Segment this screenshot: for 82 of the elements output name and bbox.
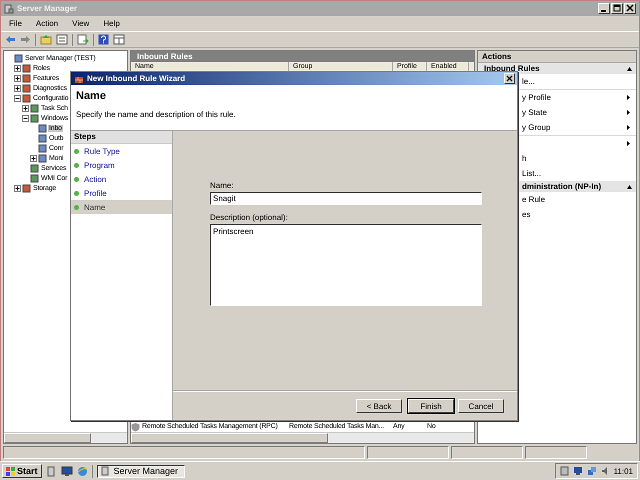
status-panel (525, 446, 587, 459)
node-icon (38, 134, 47, 142)
submenu-arrow-icon (627, 141, 630, 146)
steps-header: Steps (71, 131, 172, 144)
shield-icon (131, 422, 140, 432)
maximize-icon[interactable] (611, 3, 623, 14)
submenu-arrow-icon (627, 110, 630, 115)
wizard-button[interactable]: < Back (356, 399, 402, 413)
node-icon (38, 124, 47, 132)
step-item[interactable]: Action (71, 172, 172, 186)
device-icon[interactable] (560, 466, 569, 476)
page-description: Specify the name and description of this rule. (76, 110, 237, 119)
clock: 11:01 (614, 466, 633, 476)
status-panel (451, 446, 523, 459)
wizard-button[interactable]: Finish (408, 399, 454, 413)
network-icon[interactable] (586, 466, 597, 476)
node-icon (22, 74, 31, 82)
description-field[interactable]: Printscreen (210, 224, 482, 306)
expand-icon[interactable] (14, 74, 21, 82)
expand-icon[interactable] (22, 104, 29, 112)
node-icon (30, 164, 39, 172)
collapse-icon[interactable] (14, 94, 21, 102)
monitor-icon[interactable] (572, 466, 583, 476)
node-icon (14, 54, 23, 62)
step-item[interactable]: Profile (71, 186, 172, 200)
node-icon (22, 64, 31, 72)
command-link[interactable]: y Group (478, 120, 636, 135)
windows-logo-icon (6, 466, 15, 476)
start-button[interactable]: Start (2, 464, 42, 478)
pane-header: Inbound Rules (131, 51, 474, 62)
pane-header: Actions (478, 51, 636, 63)
section-title: Inbound Rules (483, 64, 540, 73)
wizard-button[interactable]: Cancel (458, 399, 504, 413)
step-item[interactable]: Name (71, 200, 172, 214)
expand-icon[interactable] (14, 184, 21, 192)
collapse-arrow-icon[interactable] (627, 184, 632, 188)
node-icon (38, 144, 47, 152)
node-icon (30, 174, 39, 182)
back-arrow-icon[interactable] (5, 34, 16, 45)
menu-item[interactable]: Action (36, 19, 58, 28)
submenu-arrow-icon (627, 125, 630, 130)
horizontal-scrollbar[interactable] (131, 432, 474, 443)
taskbar-button[interactable]: Server Manager (96, 464, 185, 478)
node-icon (30, 114, 39, 122)
section-header[interactable]: Inbound Rules (478, 63, 636, 74)
monitor-icon[interactable] (60, 466, 73, 476)
expand-icon[interactable] (14, 64, 21, 72)
export-icon[interactable] (77, 34, 89, 45)
field-label: Name: (210, 181, 235, 190)
node-icon (22, 184, 31, 192)
submenu-arrow-icon (627, 95, 630, 100)
minimize-icon[interactable] (598, 3, 610, 14)
help-icon[interactable] (98, 34, 109, 45)
node-icon (22, 94, 31, 102)
collapse-arrow-icon[interactable] (627, 66, 632, 70)
server-icon (100, 466, 111, 476)
expand-icon[interactable] (30, 154, 37, 162)
speaker-icon[interactable] (600, 466, 610, 476)
menu-item[interactable]: File (9, 19, 22, 28)
window-title: Server Manager (17, 4, 78, 13)
panel-view-icon[interactable] (113, 34, 125, 45)
menu-item[interactable]: View (72, 19, 90, 28)
node-icon (22, 84, 31, 92)
tree-view-icon[interactable] (56, 34, 68, 45)
step-item[interactable]: Rule Type (71, 144, 172, 158)
page-heading: Name (76, 90, 107, 102)
horizontal-scrollbar[interactable] (4, 432, 127, 443)
dialog-title: New Inbound Rule Wizard (87, 74, 186, 83)
step-item[interactable]: Program (71, 158, 172, 172)
expand-icon[interactable] (14, 84, 21, 92)
command-link[interactable]: y State (478, 105, 636, 120)
close-icon[interactable] (504, 73, 515, 84)
close-icon[interactable] (624, 3, 636, 14)
node-icon (30, 104, 39, 112)
menu-item[interactable]: Help (103, 19, 120, 28)
collapse-icon[interactable] (22, 114, 29, 122)
section-title: dministration (NP-In) (521, 182, 602, 191)
field-label: Description (optional): (210, 213, 289, 222)
name-field[interactable]: Snagit (210, 192, 482, 205)
server-icon[interactable] (46, 466, 57, 476)
server-icon (4, 4, 14, 14)
node-icon (38, 154, 47, 162)
